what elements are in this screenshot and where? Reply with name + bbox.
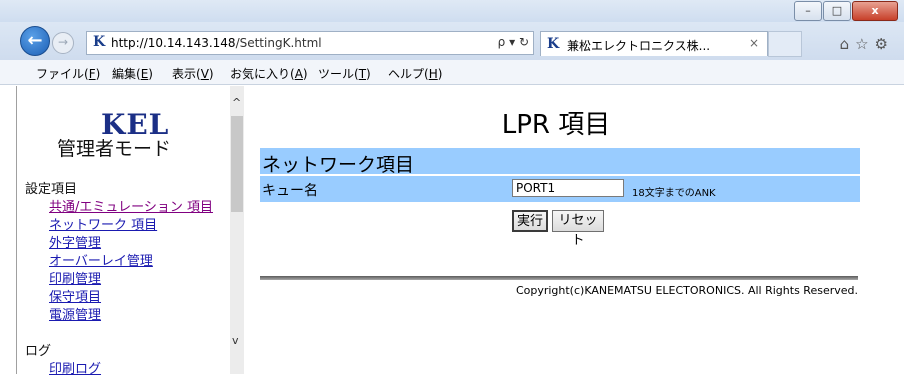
scroll-thumb[interactable] [231,116,243,212]
site-favicon-icon: K [93,34,106,50]
url-host: http://10.14.143.148 [111,36,236,50]
navigation-bar: ← → K http://10.14.143.148/SettingK.html… [0,22,904,60]
back-button[interactable]: ← [20,26,50,56]
address-bar[interactable]: K http://10.14.143.148/SettingK.html ρ ▾… [86,31,534,55]
menu-favorites[interactable]: お気に入り(A) [230,65,308,82]
admin-mode-title: 管理者モード [57,138,172,160]
sidebar-frame: KEL 管理者モード 設定項目 共通/エミュレーション 項目 ネットワーク 項目… [16,86,231,377]
copyright-text: Copyright(c)KANEMATSU ELECTORONICS. All … [515,284,858,297]
menu-edit[interactable]: 編集(E) [112,65,153,82]
maximize-button[interactable]: □ [823,1,851,21]
divider [260,276,858,280]
log-heading: ログ [25,344,52,359]
address-url[interactable]: http://10.14.143.148/SettingK.html [111,36,322,50]
sidebar-link-print[interactable]: 印刷管理 [49,268,101,287]
tab-title: 兼松エレクトロニクス株... [567,39,711,53]
url-path: /SettingK.html [235,36,322,50]
new-tab-button[interactable] [768,31,802,57]
reset-button[interactable]: リセット [552,210,604,248]
sidebar-link-network[interactable]: ネットワーク 項目 [49,214,157,233]
sidebar-link-maintenance[interactable]: 保守項目 [49,286,101,305]
sidebar-link-power[interactable]: 電源管理 [49,304,101,323]
sidebar-link-print-log[interactable]: 印刷ログ [49,358,101,377]
content-frame: LPR 項目 ネットワーク項目 キュー名 18文字までのANK 実行 リセット … [244,86,904,374]
menu-file[interactable]: ファイル(F) [36,65,100,82]
tab-close-icon[interactable]: × [749,36,759,50]
minimize-button[interactable]: – [794,1,822,21]
sidebar-link-common-emulation[interactable]: 共通/エミュレーション 項目 [49,196,213,215]
queue-name-input[interactable] [512,179,624,197]
forward-button[interactable]: → [52,32,74,54]
search-refresh-icon[interactable]: ρ ▾ ↻ [498,35,529,49]
queue-label-cell: キュー名 [260,176,508,202]
section-title: ネットワーク項目 [262,154,415,176]
page-title: LPR 項目 [501,110,611,140]
queue-hint: 18文字までのANK [632,188,716,199]
menu-view[interactable]: 表示(V) [172,65,214,82]
run-button[interactable]: 実行 [512,210,548,232]
tab-active[interactable]: K 兼松エレクトロニクス株... × [540,31,768,56]
close-button[interactable]: x [852,1,898,21]
window-controls: – □ x [793,1,898,21]
settings-heading: 設定項目 [25,182,78,197]
queue-value-cell: 18文字までのANK [508,176,860,202]
queue-label: キュー名 [262,183,318,199]
sidebar-link-external-char[interactable]: 外字管理 [49,232,101,251]
home-favorites-settings-icons[interactable]: ⌂☆⚙ [840,35,894,53]
menu-bar: ファイル(F) 編集(E) 表示(V) お気に入り(A) ツール(T) ヘルプ(… [0,60,904,85]
section-header: ネットワーク項目 [260,148,860,176]
scroll-down-icon[interactable]: v [232,334,239,347]
sidebar-link-overlay[interactable]: オーバーレイ管理 [49,250,153,269]
tab-favicon-icon: K [547,36,560,52]
scroll-up-icon[interactable]: ^ [232,96,241,109]
menu-tools[interactable]: ツール(T) [318,65,371,82]
sidebar-scrollbar[interactable]: ^ v [230,86,244,374]
menu-help[interactable]: ヘルプ(H) [388,65,442,82]
